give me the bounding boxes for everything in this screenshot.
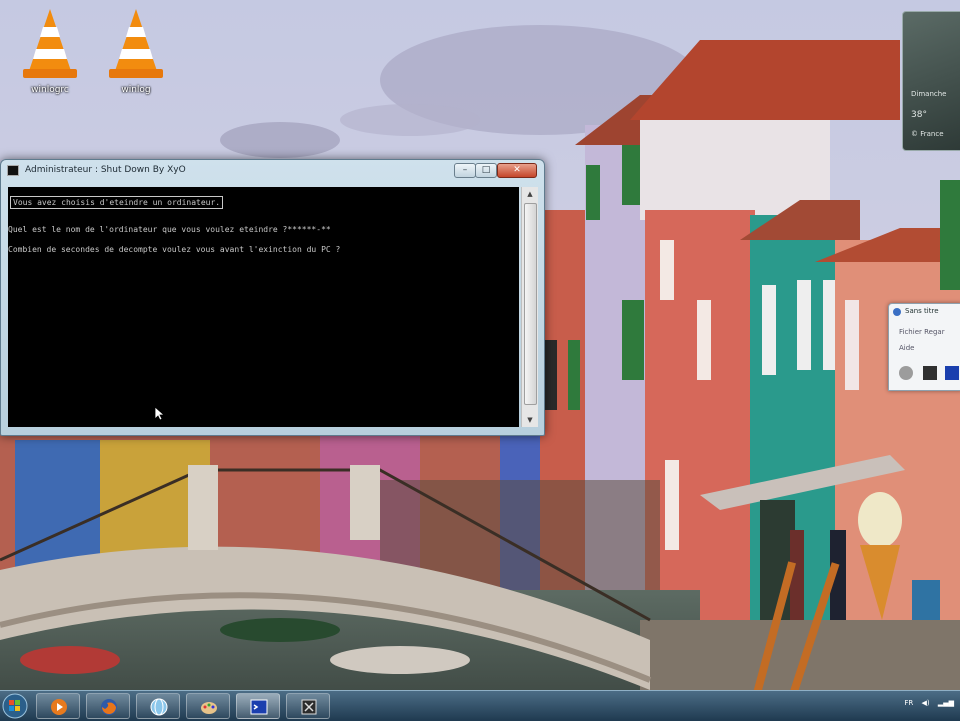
- taskbar-app-button[interactable]: [286, 693, 330, 719]
- console-line: Combien de secondes de decompte voulez v…: [8, 245, 341, 254]
- paint-palette-icon: [201, 702, 217, 714]
- taskbar-network-button[interactable]: [136, 693, 180, 719]
- vertical-scrollbar[interactable]: ▲ ▼: [521, 187, 538, 427]
- system-tray[interactable]: FR ◀) ▂▄▆: [904, 699, 954, 713]
- taskbar-paint-button[interactable]: [186, 693, 230, 719]
- mouse-pointer-icon: [155, 407, 165, 421]
- scrollbar-thumb[interactable]: [524, 203, 537, 405]
- volume-icon[interactable]: ◀): [921, 699, 929, 707]
- clock-gadget[interactable]: Dimanche 38° © France: [902, 11, 960, 151]
- globe-icon: [150, 698, 168, 716]
- firefox-icon: [101, 699, 117, 715]
- desktop-icon-label: winlogrc: [31, 85, 69, 95]
- start-button-icon[interactable]: [0, 691, 30, 721]
- gadget-line: 38°: [911, 110, 927, 120]
- paint-window[interactable]: Sans titre Fichier Regar Aide: [888, 303, 960, 391]
- window-title: Administrateur : Shut Down By XyO: [25, 165, 186, 175]
- taskbar-firefox-button[interactable]: [86, 693, 130, 719]
- console-app-icon: [7, 165, 19, 176]
- minimize-button[interactable]: –: [454, 163, 476, 178]
- color-swatch-blue[interactable]: [945, 366, 959, 380]
- close-button[interactable]: ✕: [497, 163, 537, 178]
- console-output[interactable]: Vous avez choisis d'eteindre un ordinate…: [8, 187, 519, 427]
- window-titlebar[interactable]: Administrateur : Shut Down By XyO – □ ✕: [1, 160, 544, 182]
- scroll-down-arrow-icon[interactable]: ▼: [522, 413, 538, 427]
- vlc-cone-icon: [109, 9, 163, 78]
- gadget-line: © France: [911, 130, 944, 138]
- console-window-icon: [250, 699, 268, 715]
- desktop-icon-winlog[interactable]: winlog: [96, 5, 176, 95]
- taskbar-console-button[interactable]: [236, 693, 280, 719]
- taskbar-media-player-button[interactable]: [36, 693, 80, 719]
- language-indicator[interactable]: FR: [904, 699, 913, 707]
- console-line: Quel est le nom de l'ordinateur que vous…: [8, 225, 331, 234]
- color-swatch-gray[interactable]: [899, 366, 913, 380]
- paint-menu-bar[interactable]: Fichier Regar: [899, 328, 945, 336]
- color-swatch-black[interactable]: [923, 366, 937, 380]
- vlc-cone-icon: [23, 9, 77, 78]
- console-window[interactable]: Administrateur : Shut Down By XyO – □ ✕ …: [0, 159, 545, 436]
- paint-app-icon: [893, 308, 901, 316]
- console-line: Vous avez choisis d'eteindre un ordinate…: [9, 196, 224, 209]
- scroll-up-arrow-icon[interactable]: ▲: [522, 187, 538, 201]
- network-signal-icon[interactable]: ▂▄▆: [938, 699, 954, 707]
- paint-window-title: Sans titre: [905, 307, 939, 315]
- taskbar: FR ◀) ▂▄▆: [0, 690, 960, 721]
- desktop-icon-label: winlog: [121, 85, 151, 95]
- media-player-icon: [51, 699, 67, 715]
- paint-menu-help[interactable]: Aide: [899, 344, 914, 352]
- desktop-icon-winlogrc[interactable]: winlogrc: [10, 5, 90, 95]
- maximize-button[interactable]: □: [475, 163, 497, 178]
- grid-app-icon: [301, 699, 317, 715]
- gadget-line: Dimanche: [911, 90, 947, 98]
